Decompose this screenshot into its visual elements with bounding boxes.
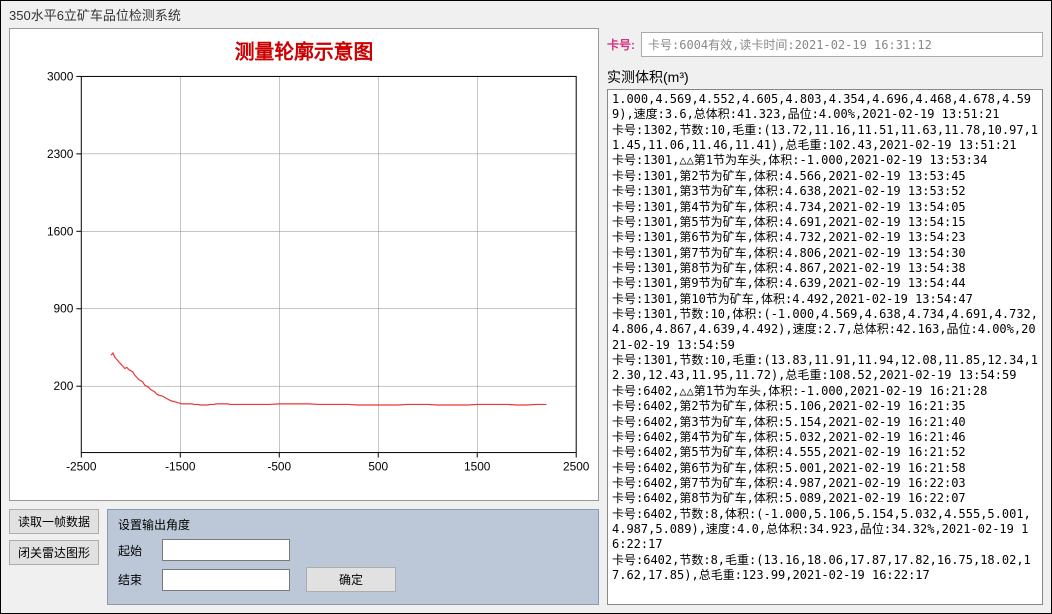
svg-text:-1500: -1500 xyxy=(165,459,196,473)
close-radar-button[interactable]: 闭关雷达图形 xyxy=(9,540,99,565)
svg-text:-500: -500 xyxy=(267,459,291,473)
card-number-value: 卡号:6004有效,读卡时间:2021-02-19 16:31:12 xyxy=(641,32,1043,57)
confirm-button[interactable]: 确定 xyxy=(306,567,396,592)
window-title: 350水平6立矿车品位检测系统 xyxy=(1,1,1051,28)
angle-start-label: 起始 xyxy=(118,542,154,559)
angle-output-panel: 设置输出角度 起始 结束 确定 xyxy=(107,509,599,605)
svg-text:2500: 2500 xyxy=(563,459,590,473)
angle-start-input[interactable] xyxy=(162,539,290,561)
measurement-log[interactable]: 1.000,4.569,4.552,4.605,4.803,4.354,4.69… xyxy=(607,89,1043,605)
card-number-label: 卡号: xyxy=(607,36,635,53)
svg-text:500: 500 xyxy=(368,459,388,473)
read-frame-button[interactable]: 读取一帧数据 xyxy=(9,509,99,534)
svg-text:-2500: -2500 xyxy=(66,459,97,473)
measured-volume-label: 实测体积(m³) xyxy=(607,65,1043,89)
chart-area: 测量轮廓示意图 200 900 1600 2300 3000 -2500 -1500 -500 5… xyxy=(9,28,599,501)
angle-panel-title: 设置输出角度 xyxy=(118,516,588,533)
svg-text:200: 200 xyxy=(54,379,74,393)
svg-text:2300: 2300 xyxy=(47,147,74,161)
profile-chart: 测量轮廓示意图 200 900 1600 2300 3000 -2500 -1500 -500 5… xyxy=(12,31,596,498)
svg-text:测量轮廓示意图: 测量轮廓示意图 xyxy=(235,41,373,64)
angle-end-label: 结束 xyxy=(118,571,154,588)
svg-text:3000: 3000 xyxy=(47,69,74,83)
svg-text:900: 900 xyxy=(54,302,74,316)
svg-text:1600: 1600 xyxy=(47,224,74,238)
svg-text:1500: 1500 xyxy=(464,459,491,473)
angle-end-input[interactable] xyxy=(162,569,290,591)
